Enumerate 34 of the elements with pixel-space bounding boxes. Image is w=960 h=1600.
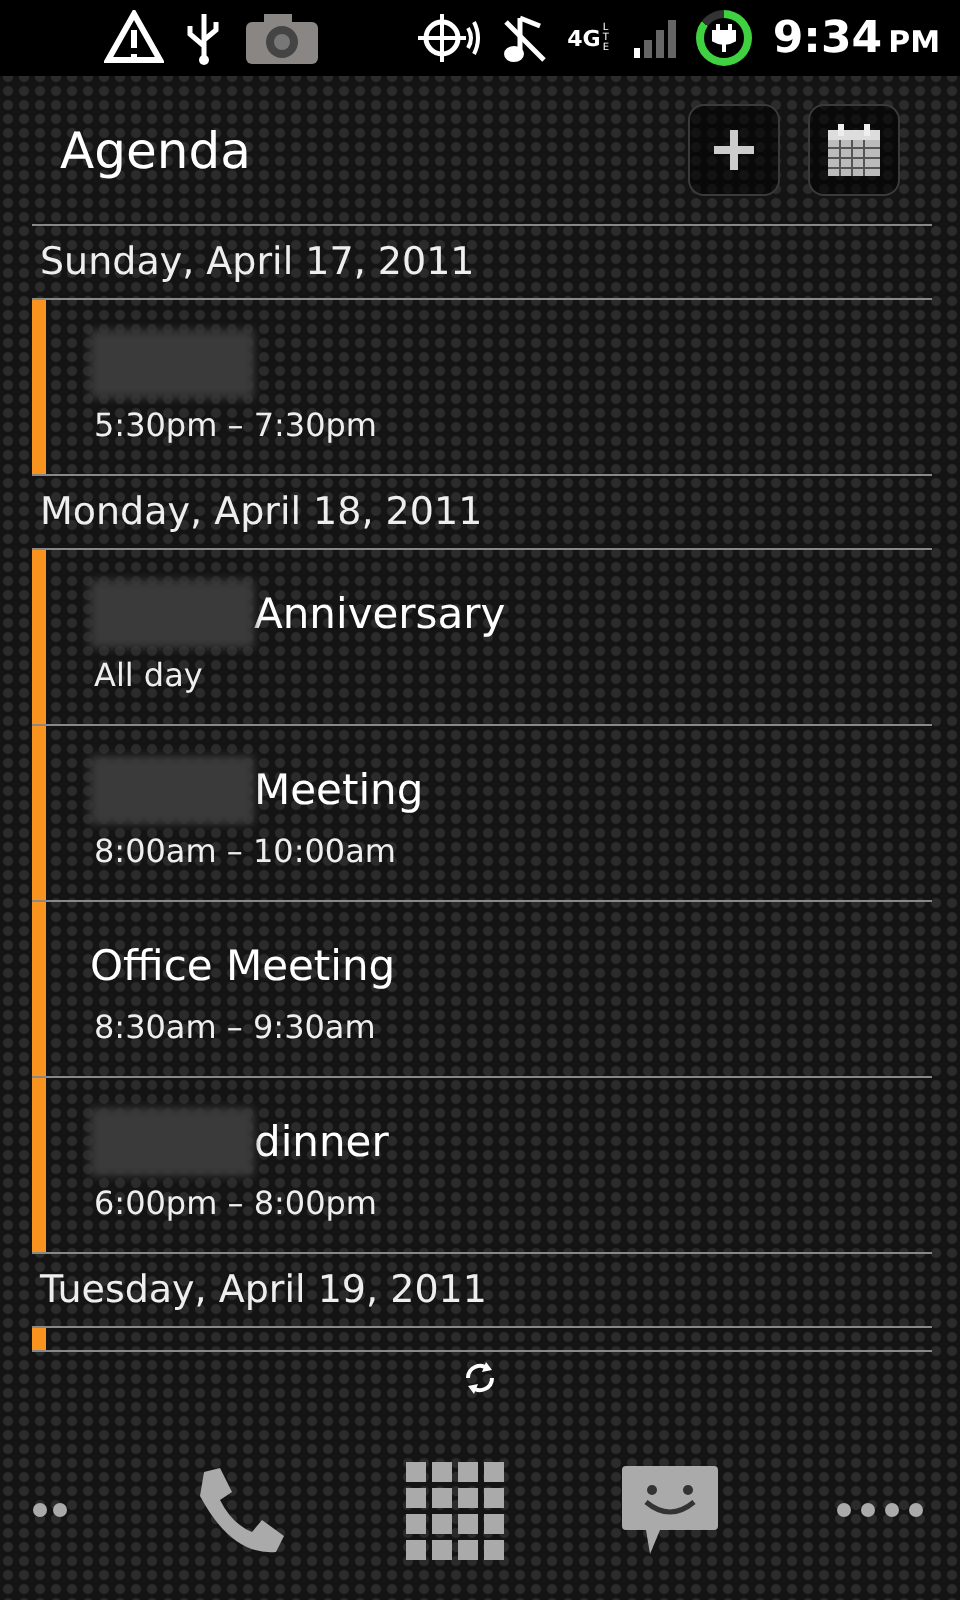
refresh-icon[interactable] (462, 1360, 498, 1396)
event-title: dinner (254, 1118, 389, 1166)
event-time: 5:30pm – 7:30pm (92, 406, 378, 444)
event-title: Anniversary (254, 590, 506, 638)
music-off-icon (499, 10, 548, 66)
usb-icon (184, 10, 224, 66)
event-title: Office Meeting (90, 942, 396, 990)
event-time: All day (92, 656, 205, 694)
time: 9:34 (772, 13, 883, 63)
event-row[interactable]: 5:30pm – 7:30pm (32, 300, 932, 476)
date-header: Monday, April 18, 2011 (32, 476, 932, 550)
dots-icon[interactable] (836, 1502, 928, 1518)
calendar-icon (826, 122, 882, 178)
header-title: Agenda (60, 121, 253, 179)
add-button[interactable] (688, 104, 780, 196)
event-title: Meeting (254, 766, 424, 814)
event-row[interactable]: Anniversary All day (32, 550, 932, 726)
event-row[interactable]: dinner 6:00pm – 8:00pm (32, 1078, 932, 1254)
camera-icon (244, 10, 320, 66)
message-icon[interactable] (619, 1462, 720, 1558)
warning-icon (104, 10, 164, 66)
app-grid-icon[interactable] (405, 1461, 503, 1559)
battery-icon (696, 10, 753, 66)
plus-icon (712, 128, 756, 172)
event-row[interactable]: Meeting 8:00am – 10:00am (32, 726, 932, 902)
event-time: 8:30am – 9:30am (92, 1008, 378, 1046)
calendar-button[interactable] (808, 104, 900, 196)
date-header: Sunday, April 17, 2011 (32, 226, 932, 300)
event-time: 6:00pm – 8:00pm (92, 1184, 380, 1222)
event-time: 8:00am – 10:00am (92, 832, 398, 870)
am-pm: PM (888, 23, 940, 59)
signal-icon (632, 16, 677, 60)
date-header: Tuesday, April 19, 2011 (32, 1254, 932, 1328)
event-row[interactable]: Office Meeting 8:30am – 9:30am (32, 902, 932, 1078)
